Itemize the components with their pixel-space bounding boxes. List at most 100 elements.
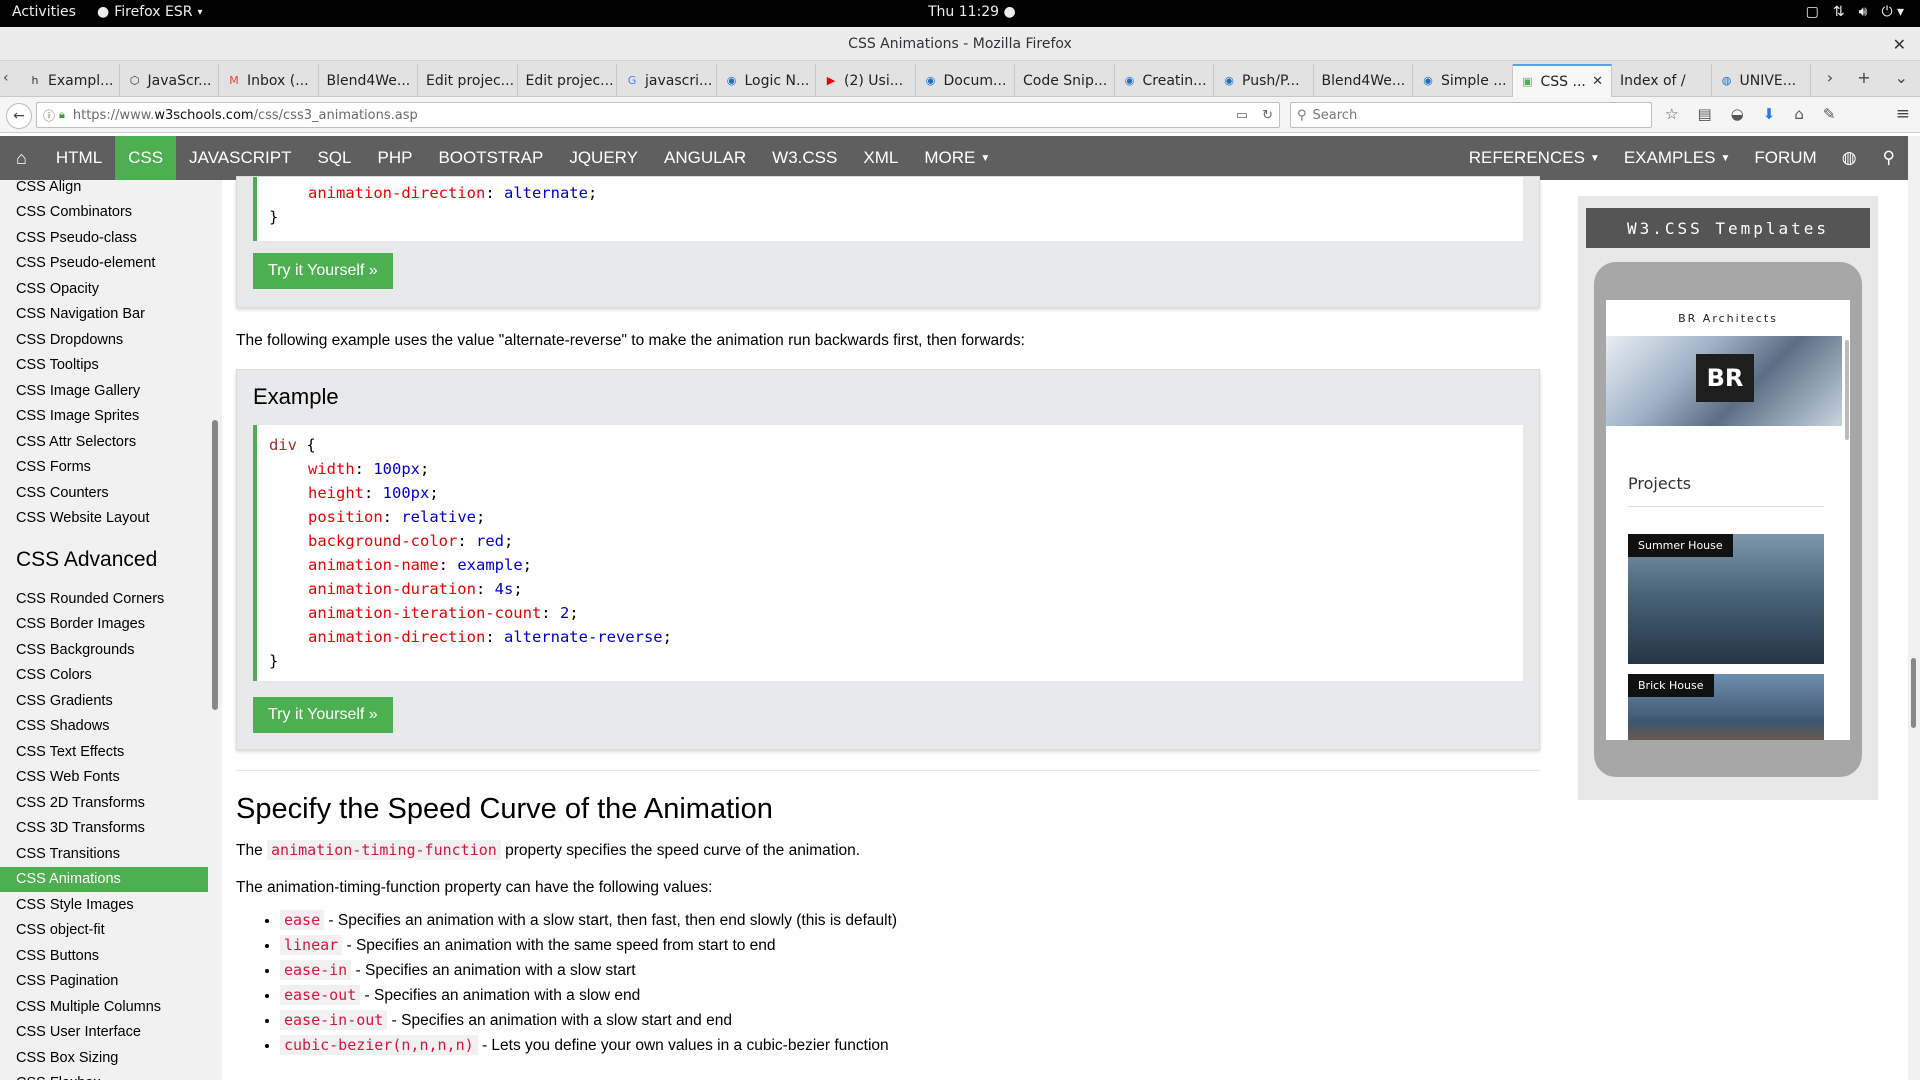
- sidebar-link[interactable]: CSS Pseudo-class: [0, 225, 208, 251]
- try-it-yourself-button[interactable]: Try it Yourself »: [253, 697, 393, 733]
- sidebar-link[interactable]: CSS Style Images: [0, 892, 208, 918]
- sidebar-link[interactable]: CSS Shadows: [0, 714, 208, 740]
- sidebar-link[interactable]: CSS Border Images: [0, 612, 208, 638]
- tab[interactable]: ⬡ JavaScr...: [120, 64, 219, 97]
- info-icon[interactable]: ⓘ: [43, 107, 55, 124]
- w3-nav-item-w3css[interactable]: W3.CSS: [759, 136, 850, 180]
- tab[interactable]: M Inbox (...: [219, 64, 319, 97]
- tab[interactable]: h Exampl...: [20, 64, 120, 97]
- ad-label[interactable]: W3.CSS Templates: [1586, 208, 1870, 248]
- sidebar-link[interactable]: CSS Transitions: [0, 841, 208, 867]
- w3-nav-item-forum[interactable]: FORUM: [1742, 136, 1828, 180]
- sidebar-link[interactable]: CSS User Interface: [0, 1020, 208, 1046]
- tab[interactable]: ◉ Logic N...: [717, 64, 816, 97]
- tab-active[interactable]: ▣ CSS ... ✕: [1512, 64, 1612, 97]
- ad-column[interactable]: W3.CSS Templates BR Architects BR Projec…: [1578, 196, 1878, 800]
- sidebar-link[interactable]: CSS Image Gallery: [0, 378, 208, 404]
- sidebar-link[interactable]: CSS Pagination: [0, 969, 208, 995]
- sidebar-link[interactable]: CSS Colors: [0, 663, 208, 689]
- tab[interactable]: Edit projec...: [518, 64, 617, 97]
- sidebar-link[interactable]: CSS Combinators: [0, 200, 208, 226]
- w3-nav-item-jquery[interactable]: JQUERY: [556, 136, 651, 180]
- sidebar-link[interactable]: CSS Navigation Bar: [0, 302, 208, 328]
- downloads-icon[interactable]: ⬇: [1763, 105, 1776, 123]
- tab[interactable]: Gjavascri...: [617, 64, 717, 97]
- tab[interactable]: ◉ Push/P...: [1214, 64, 1314, 97]
- extension-icon[interactable]: ✎: [1823, 105, 1836, 123]
- page-scroll-thumb[interactable]: [1911, 658, 1916, 728]
- tab-scroll-left-button[interactable]: ‹: [3, 70, 9, 86]
- sidebar-link[interactable]: CSS object-fit: [0, 918, 208, 944]
- window-close-button[interactable]: ✕: [1893, 35, 1906, 54]
- w3-nav-label: XML: [863, 148, 899, 167]
- sidebar-link[interactable]: CSS Opacity: [0, 276, 208, 302]
- sidebar-link[interactable]: CSS Counters: [0, 480, 208, 506]
- w3-nav-item-examples[interactable]: EXAMPLES ▼: [1612, 136, 1743, 180]
- page-scrollbar[interactable]: [1908, 136, 1920, 1080]
- library-icon[interactable]: ▤: [1697, 105, 1711, 123]
- sidebar-link[interactable]: CSS Flexbox: [0, 1071, 208, 1080]
- w3-nav-item-php[interactable]: PHP: [365, 136, 426, 180]
- sidebar-link[interactable]: CSS 2D Transforms: [0, 790, 208, 816]
- bookmark-star-icon[interactable]: ☆: [1665, 105, 1678, 123]
- sidebar-link[interactable]: CSS Buttons: [0, 943, 208, 969]
- sidebar-link[interactable]: CSS Rounded Corners: [0, 586, 208, 612]
- sidebar-link[interactable]: CSS Web Fonts: [0, 765, 208, 791]
- w3-nav-item-javascript[interactable]: JAVASCRIPT: [176, 136, 304, 180]
- sidebar-link[interactable]: CSS Attr Selectors: [0, 429, 208, 455]
- pocket-icon[interactable]: ◒: [1731, 105, 1744, 123]
- sidebar-link[interactable]: CSS Tooltips: [0, 353, 208, 379]
- sidebar-link[interactable]: CSS Multiple Columns: [0, 994, 208, 1020]
- tab-close-icon[interactable]: ✕: [1592, 74, 1603, 89]
- search-bar[interactable]: ⚲ Search: [1290, 102, 1652, 128]
- reader-view-icon[interactable]: ▭: [1236, 108, 1248, 123]
- url-bar[interactable]: ⓘ 🔒︎ https://www. w3schools.com/css/css3_…: [36, 102, 1280, 128]
- sidebar-scrollbar[interactable]: [212, 420, 218, 710]
- reload-icon[interactable]: ↻: [1262, 108, 1273, 123]
- tab[interactable]: ◉ Docum...: [916, 64, 1015, 97]
- app-menu[interactable]: ● Firefox ESR ▾: [97, 4, 203, 20]
- activities-button[interactable]: Activities: [12, 4, 76, 20]
- tab[interactable]: Code Snip...: [1015, 64, 1115, 97]
- sidebar-link[interactable]: CSS Dropdowns: [0, 327, 208, 353]
- tab[interactable]: Blend4We...: [1314, 64, 1413, 97]
- sidebar-link[interactable]: CSS Pseudo-element: [0, 251, 208, 277]
- sidebar-link[interactable]: CSS Gradients: [0, 688, 208, 714]
- w3-nav-item-css[interactable]: CSS: [115, 136, 177, 180]
- back-button[interactable]: ←: [6, 103, 32, 129]
- w3-nav-item-sql[interactable]: SQL: [304, 136, 364, 180]
- tab[interactable]: ◉ Simple ...: [1413, 64, 1513, 97]
- clock[interactable]: Thu 11:29 ●: [928, 4, 1016, 20]
- tab[interactable]: ◉ Creatin...: [1115, 64, 1214, 97]
- w3-home-icon[interactable]: ⌂: [0, 136, 43, 180]
- tab[interactable]: ▶ (2) Usi...: [816, 64, 916, 97]
- sidebar-link[interactable]: CSS Text Effects: [0, 739, 208, 765]
- tab[interactable]: Blend4We...: [319, 64, 418, 97]
- w3-nav-item-html[interactable]: HTML: [43, 136, 115, 180]
- tab[interactable]: Index of /: [1612, 64, 1712, 97]
- tab-list-button[interactable]: ⌄: [1895, 68, 1908, 87]
- home-icon[interactable]: ⌂: [1794, 105, 1804, 123]
- w3-nav-item-references[interactable]: REFERENCES ▼: [1457, 136, 1612, 180]
- tab[interactable]: Edit projec...: [418, 64, 518, 97]
- sidebar-link[interactable]: CSS 3D Transforms: [0, 816, 208, 842]
- w3-nav-item-bootstrap[interactable]: BOOTSTRAP: [425, 136, 556, 180]
- tab-scroll-right-button[interactable]: ›: [1827, 68, 1833, 87]
- sidebar-link[interactable]: CSS Forms: [0, 455, 208, 481]
- sidebar-link[interactable]: CSS Box Sizing: [0, 1045, 208, 1071]
- globe-icon[interactable]: ◍: [1829, 136, 1870, 180]
- w3-nav-item-more[interactable]: MORE ▼: [911, 136, 1003, 180]
- new-tab-button[interactable]: +: [1857, 68, 1870, 87]
- sidebar-link[interactable]: CSS Image Sprites: [0, 404, 208, 430]
- sidebar-link[interactable]: CSS Align: [0, 180, 208, 200]
- sidebar-link[interactable]: CSS Animations: [0, 866, 208, 892]
- system-tray[interactable]: ▢ ⇅ 🔊︎ ⏻ ▾: [1806, 4, 1904, 20]
- w3-nav-item-xml[interactable]: XML: [850, 136, 911, 180]
- tab[interactable]: ◍ UNIVE...: [1712, 64, 1811, 97]
- w3-nav-item-angular[interactable]: ANGULAR: [651, 136, 759, 180]
- sidebar-link[interactable]: CSS Backgrounds: [0, 637, 208, 663]
- hamburger-menu-icon[interactable]: ≡: [1896, 104, 1910, 124]
- sidebar-link[interactable]: CSS Website Layout: [0, 506, 208, 532]
- search-icon[interactable]: ⚲: [1870, 136, 1908, 180]
- try-it-yourself-button[interactable]: Try it Yourself »: [253, 253, 393, 289]
